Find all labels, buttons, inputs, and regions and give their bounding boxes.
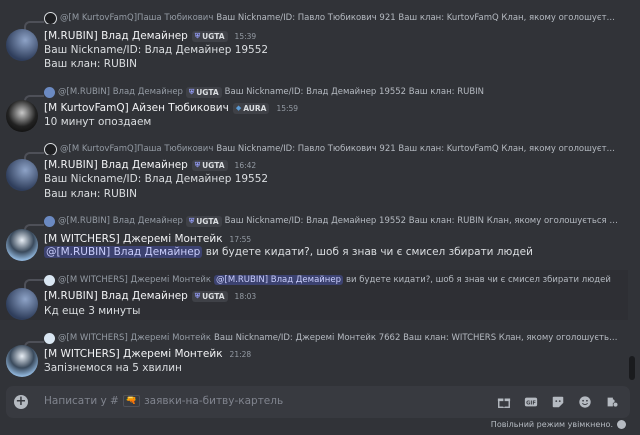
reply-text: Ваш Nickname/ID: Влад Демайнер 19552 Ваш…	[224, 216, 619, 226]
reply-avatar	[44, 86, 55, 98]
reply-preview[interactable]: @[M KurtovFamQ]Паша Тюбикович Ваш Nickna…	[44, 12, 619, 24]
message-text: Запізнемося на 5 хвилин	[44, 362, 182, 374]
channel-emoji-icon: 🔫	[122, 395, 141, 407]
message-text: 10 минут опоздаем	[44, 116, 152, 128]
timestamp: 18:03	[234, 291, 257, 301]
reply-author[interactable]: @[M WITCHERS] Джеремі Монтейк	[58, 275, 211, 285]
message-text: Ваш Nickname/ID: Влад Демайнер 19552	[44, 44, 269, 56]
guild-tag[interactable]: ⛨ UGTA	[191, 159, 228, 171]
message-header: [M.RUBIN] Влад Демайнер ⛨ UGTA 18:03	[44, 289, 256, 303]
avatar[interactable]	[6, 159, 38, 191]
author-name[interactable]: [M.RUBIN] Влад Демайнер	[44, 159, 188, 171]
gif-icon[interactable]: GIF	[523, 394, 539, 410]
reply-author[interactable]: @[M KurtovFamQ]Паша Тюбикович	[60, 13, 213, 23]
gift-icon[interactable]	[496, 394, 512, 410]
reply-avatar	[44, 215, 55, 227]
shield-icon: ⛨	[194, 291, 201, 300]
reply-avatar	[44, 143, 57, 155]
message-header: [M WITCHERS] Джеремі Монтейк 21:28	[44, 347, 251, 361]
message: @[M KurtovFamQ]Паша Тюбикович Ваш Nickna…	[0, 143, 628, 205]
reply-text: Ваш Nickname/ID: Влад Демайнер 19552 Ваш…	[224, 87, 485, 97]
message-input[interactable]: Написати у # 🔫 заявки-на-битву-картель	[44, 395, 283, 407]
message: @[M KurtovFamQ]Паша Тюбикович Ваш Nickna…	[0, 0, 628, 72]
avatar[interactable]	[6, 288, 38, 320]
guild-tag[interactable]: ⛨ UGTA	[191, 290, 228, 302]
bird-icon: ◆	[235, 104, 242, 112]
message: @[M WITCHERS] Джеремі Монтейк Ваш Nickna…	[0, 332, 628, 378]
message-text: Ваш клан: RUBIN	[44, 188, 137, 200]
reply-author[interactable]: @[M.RUBIN] Влад Демайнер	[58, 87, 183, 97]
message-header: [M.RUBIN] Влад Демайнер ⛨ UGTA 15:39	[44, 29, 256, 43]
reply-preview[interactable]: @[M WITCHERS] Джеремі Монтейк @[M.RUBIN]…	[44, 274, 619, 286]
reply-avatar	[44, 274, 55, 286]
avatar[interactable]	[6, 29, 38, 61]
composer-tools: GIF	[496, 394, 620, 410]
reply-connector	[24, 279, 44, 289]
reply-author[interactable]: @[M WITCHERS] Джеремі Монтейк	[58, 333, 211, 343]
user-mention[interactable]: @[M.RUBIN] Влад Демайнер	[44, 246, 203, 258]
message-header: [M.RUBIN] Влад Демайнер ⛨ UGTA 16:42	[44, 158, 256, 172]
message: @[M WITCHERS] Джеремі Монтейк @[M.RUBIN]…	[0, 270, 628, 320]
reply-text: ви будете кидати?, шоб я знав чи є смисе…	[346, 275, 611, 285]
shield-icon: ⛨	[188, 216, 195, 225]
reply-preview[interactable]: @[M KurtovFamQ]Паша Тюбикович Ваш Nickna…	[44, 143, 619, 155]
message-text: Ваш клан: RUBIN	[44, 58, 137, 70]
placeholder-prefix: Написати у #	[44, 395, 119, 407]
reply-preview[interactable]: @[M.RUBIN] Влад Демайнер ⛨ UGTA Ваш Nickn…	[44, 215, 619, 227]
message-body: ви будете кидати?, шоб я знав чи є смисе…	[205, 246, 533, 258]
author-name[interactable]: [M.RUBIN] Влад Демайнер	[44, 30, 188, 42]
message: @[M.RUBIN] Влад Демайнер ⛨ UGTA Ваш Nickn…	[0, 215, 628, 263]
message-text: @[M.RUBIN] Влад Демайнер ви будете кидат…	[44, 246, 533, 258]
clock-icon	[617, 420, 626, 429]
guild-tag[interactable]: ⛨ UGTA	[191, 30, 228, 42]
message-composer[interactable]: + Написати у # 🔫 заявки-на-битву-картель…	[6, 386, 630, 418]
shield-icon: ⛨	[194, 160, 201, 169]
timestamp: 15:59	[276, 103, 299, 113]
channel-name: заявки-на-битву-картель	[144, 395, 284, 407]
timestamp: 21:28	[229, 349, 252, 359]
message-header: [M WITCHERS] Джеремі Монтейк 17:55	[44, 232, 251, 246]
reply-text: Ваш Nickname/ID: Джеремі Монтейк 7662 Ва…	[214, 333, 619, 343]
emoji-icon[interactable]	[577, 394, 593, 410]
avatar[interactable]	[6, 345, 38, 377]
timestamp: 17:55	[229, 234, 252, 244]
reply-preview[interactable]: @[M WITCHERS] Джеремі Монтейк Ваш Nickna…	[44, 332, 619, 344]
author-name[interactable]: [M WITCHERS] Джеремі Монтейк	[44, 348, 223, 360]
timestamp: 15:39	[234, 31, 257, 41]
author-name[interactable]: [M.RUBIN] Влад Демайнер	[44, 290, 188, 302]
avatar[interactable]	[6, 229, 38, 261]
reply-preview[interactable]: @[M.RUBIN] Влад Демайнер ⛨ UGTA Ваш Nickn…	[44, 86, 619, 98]
reply-author[interactable]: @[M.RUBIN] Влад Демайнер	[58, 216, 183, 226]
slowmode-notice: Повільний режим увімкнено.	[491, 420, 626, 429]
svg-text:GIF: GIF	[526, 401, 536, 407]
shield-icon: ⛨	[188, 87, 195, 96]
message: @[M.RUBIN] Влад Демайнер ⛨ UGTA Ваш Nickn…	[0, 86, 628, 134]
reply-avatar	[44, 332, 55, 344]
message-header: [M KurtovFamQ] Айзен Тюбикович ◆ AURA 15:…	[44, 101, 298, 115]
reply-text: Ваш Nickname/ID: Павло Тюбикович 921 Ваш…	[216, 144, 619, 154]
sticker-icon[interactable]	[550, 394, 566, 410]
add-attachment-button[interactable]: +	[14, 395, 28, 409]
reply-text: Ваш Nickname/ID: Павло Тюбикович 921 Ваш…	[216, 13, 619, 23]
scrollbar-thumb[interactable]	[629, 356, 635, 380]
guild-tag[interactable]: ◆ AURA	[232, 102, 270, 114]
reply-avatar	[44, 12, 57, 24]
slowmode-text: Повільний режим увімкнено.	[490, 420, 613, 429]
timestamp: 16:42	[234, 160, 257, 170]
avatar[interactable]	[6, 100, 38, 132]
author-name[interactable]: [M WITCHERS] Джеремі Монтейк	[44, 233, 223, 245]
guild-tag[interactable]: ⛨ UGTA	[185, 215, 222, 227]
user-mention[interactable]: @[M.RUBIN] Влад Демайнер	[214, 275, 343, 285]
message-text: Кд еще 3 минуты	[44, 305, 141, 317]
reply-author[interactable]: @[M KurtovFamQ]Паша Тюбикович	[60, 144, 213, 154]
shield-icon: ⛨	[194, 31, 201, 40]
message-text: Ваш Nickname/ID: Влад Демайнер 19552	[44, 173, 269, 185]
guild-tag[interactable]: ⛨ UGTA	[185, 86, 222, 98]
apps-icon[interactable]	[604, 394, 620, 410]
author-name[interactable]: [M KurtovFamQ] Айзен Тюбикович	[44, 102, 229, 114]
